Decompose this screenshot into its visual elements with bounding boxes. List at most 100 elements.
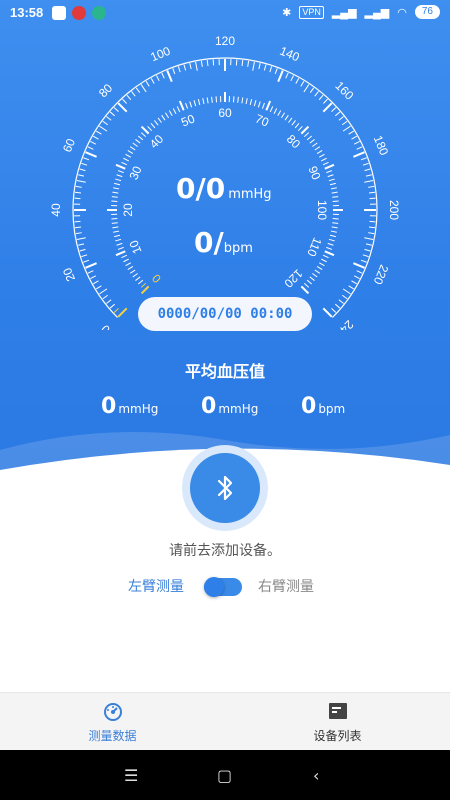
inner-tick: [127, 266, 134, 270]
outer-tick: [106, 299, 112, 304]
menu-icon[interactable]: ☰: [124, 766, 138, 785]
inner-tick: [303, 132, 310, 138]
avg-pulse: 0 bpm: [301, 394, 345, 419]
outer-tick: [360, 259, 367, 263]
outer-tick: [322, 102, 333, 113]
inner-tick: [185, 102, 189, 109]
system-nav-bar: ☰ ▢ ‹: [0, 750, 450, 800]
outer-tick: [252, 61, 255, 71]
outer-tick: [150, 78, 155, 84]
inner-tick: [318, 262, 325, 267]
inner-tick: [327, 242, 334, 246]
home-icon[interactable]: ▢: [217, 766, 232, 785]
outer-tick: [79, 168, 86, 172]
avg-diastolic-value: 0: [201, 394, 217, 419]
outer-tick: [295, 78, 300, 84]
inner-tick: [291, 120, 296, 126]
inner-tick: [121, 161, 128, 166]
inner-tick: [318, 153, 325, 158]
inner-tick: [114, 182, 121, 186]
inner-tick: [306, 279, 313, 285]
measurement-time: 0000/00/00 00:00: [138, 297, 312, 331]
outer-tick-label: 120: [215, 34, 235, 48]
inner-tick: [161, 114, 166, 121]
outer-tick: [269, 66, 273, 73]
inner-tick: [281, 112, 285, 119]
outer-tick: [135, 87, 141, 93]
outer-tick: [353, 141, 360, 145]
right-arm-label[interactable]: 右臂测量: [258, 576, 314, 596]
outer-tick: [166, 70, 173, 82]
inner-tick: [147, 125, 153, 132]
avg-pulse-unit: bpm: [318, 402, 346, 416]
outer-tick: [368, 185, 375, 188]
inner-tick: [249, 99, 253, 106]
inner-tick-label: 110: [304, 236, 324, 259]
inner-tick: [288, 117, 293, 123]
outer-tick: [356, 270, 363, 274]
tab-device-list[interactable]: 设备列表: [225, 693, 450, 751]
add-device-button[interactable]: [182, 445, 268, 531]
inner-tick: [125, 262, 132, 267]
outer-tick: [183, 64, 187, 71]
inner-tick: [140, 125, 150, 135]
outer-tick: [362, 254, 369, 258]
inner-tick-label: 20: [121, 203, 135, 217]
avg-diastolic: 0 mmHg: [201, 394, 258, 419]
inner-tick: [277, 110, 282, 117]
outer-tick: [290, 75, 294, 82]
tab-measurement-data[interactable]: 测量数据: [0, 693, 225, 751]
outer-tick: [99, 288, 108, 295]
outer-tick: [353, 275, 360, 279]
inner-tick: [331, 191, 338, 194]
inner-tick-label: 60: [218, 106, 232, 120]
outer-tick: [331, 308, 337, 313]
inner-tick: [125, 153, 132, 158]
status-right: ✱ VPN ▂▄▆ ▂▄▆ ◠ 76: [282, 5, 440, 19]
inner-tick: [300, 125, 310, 135]
arm-selector: 左臂测量 右臂测量: [0, 576, 450, 600]
outer-tick-label: 0: [98, 322, 113, 330]
outer-tick: [102, 120, 108, 126]
outer-tick: [364, 168, 371, 172]
inner-tick: [123, 157, 129, 162]
arm-toggle[interactable]: [204, 577, 242, 597]
outer-tick: [195, 61, 198, 71]
outer-tick: [303, 84, 310, 93]
outer-tick: [351, 135, 357, 140]
signal-icon-2: ▂▄▆: [364, 6, 390, 19]
inner-tick: [115, 238, 122, 242]
outer-tick: [106, 116, 112, 121]
inner-tick: [206, 97, 209, 104]
inner-tick: [111, 222, 118, 224]
outer-tick: [140, 84, 147, 93]
outer-tick: [76, 180, 86, 183]
outer-tick: [79, 248, 86, 252]
outer-tick: [189, 63, 192, 70]
inner-tick: [189, 101, 193, 108]
inner-tick: [168, 110, 173, 117]
outer-tick: [161, 72, 165, 79]
vpn-badge: VPN: [299, 5, 324, 19]
outer-tick: [322, 307, 333, 318]
inner-tick: [265, 100, 272, 111]
outer-tick: [334, 111, 341, 117]
outer-tick-label: 240: [332, 317, 356, 330]
bluetooth-button-core[interactable]: [190, 453, 260, 523]
outer-tick: [109, 303, 116, 309]
left-arm-label[interactable]: 左臂测量: [128, 576, 184, 596]
inner-tick: [157, 117, 162, 123]
inner-tick: [328, 238, 335, 242]
outer-tick: [87, 270, 94, 274]
back-icon[interactable]: ‹: [313, 766, 319, 785]
inner-tick: [197, 99, 201, 106]
status-time: 13:58: [10, 5, 44, 20]
inner-tick: [245, 98, 248, 105]
inner-tick: [329, 234, 336, 238]
outer-tick: [131, 91, 136, 97]
outer-tick: [75, 232, 82, 235]
outer-tick: [368, 191, 376, 194]
avg-systolic: 0 mmHg: [101, 394, 158, 419]
inner-tick-label: 100: [315, 200, 329, 220]
inner-tick: [316, 150, 323, 154]
